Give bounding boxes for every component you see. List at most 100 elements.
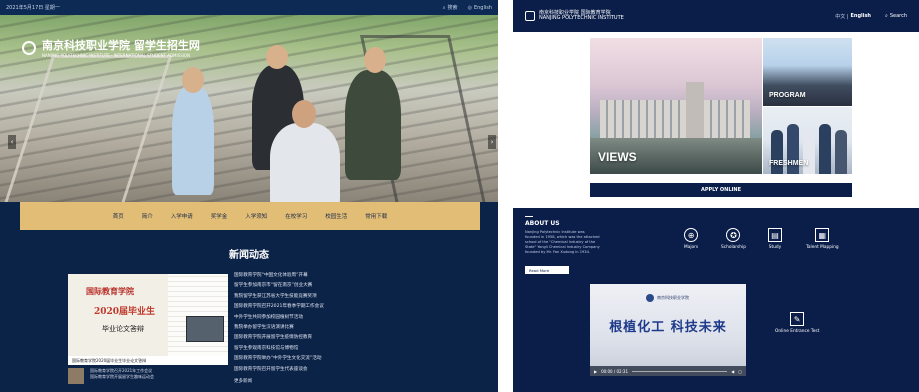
nav-campus-life[interactable]: 校园生活: [325, 212, 347, 220]
lang-english[interactable]: English: [850, 13, 871, 19]
english-site-panel: 南京科技职业学院 国际教育学院 NANJING POLYTECHNIC INST…: [513, 0, 919, 392]
news-item[interactable]: 我院举办留学生汉语演讲比赛: [234, 323, 464, 333]
language-switch[interactable]: 中文 | English: [835, 13, 871, 20]
news-item[interactable]: 中外学生共同参加校园植树节活动: [234, 313, 464, 323]
nav-intro[interactable]: 简介: [142, 212, 153, 220]
news-item[interactable]: 国际教育学院举办“中外学生文化交流”活动: [234, 354, 464, 364]
school-seal-icon: [22, 40, 36, 55]
read-more-button[interactable]: Read More: [525, 266, 569, 274]
news-extra-list: 国际教育学院召开2021年工作会议 国际教育学院开展留学生趣味运动会: [90, 368, 154, 380]
nav-home[interactable]: 首页: [113, 212, 124, 220]
nav-scholarship[interactable]: 奖学金: [211, 212, 228, 220]
lang-chinese[interactable]: 中文 |: [835, 13, 848, 20]
featured-news-image[interactable]: 国际教育学院 2020届毕业生 毕业论文答辩: [68, 274, 228, 356]
carousel-next-button[interactable]: ›: [488, 135, 496, 149]
search-button[interactable]: ⌕ Search: [885, 13, 907, 19]
section-divider: [525, 216, 533, 217]
search-label: Search: [889, 13, 907, 19]
building-graphic: [600, 100, 750, 140]
english-label: English: [473, 4, 492, 11]
book-icon: ▤: [768, 228, 782, 242]
play-icon[interactable]: ▶: [594, 369, 597, 374]
document-graphic: [168, 274, 228, 356]
feature-talent-mapping[interactable]: ▦ Talent Mapping: [806, 228, 839, 250]
feature-label: Study: [768, 245, 782, 250]
english-link[interactable]: ◎ English: [468, 5, 492, 11]
image-text-line2: 2020届毕业生: [94, 307, 156, 317]
screenshot-root: 2021年5月17日 星期一 ⌕ 搜索 ◎ English 南京科技职业学院 留…: [0, 0, 919, 392]
about-title: ABOUT US: [525, 220, 560, 227]
student-head: [292, 100, 316, 128]
tower-graphic: [686, 82, 704, 140]
student-figure: [803, 128, 815, 174]
student-figure: [172, 85, 214, 195]
video-logo-text: 南京科技职业学院: [657, 295, 689, 300]
fullscreen-icon[interactable]: ▢: [738, 369, 742, 374]
featured-news-caption[interactable]: 国际教育学院2020届毕业生毕业论文答辩: [68, 356, 228, 365]
student-figure: [771, 130, 783, 174]
news-item[interactable]: 我院留学生获江苏省大学生技能竞赛奖项: [234, 292, 464, 302]
feature-study[interactable]: ▤ Study: [768, 228, 782, 250]
news-extra-item[interactable]: 国际教育学院开展留学生趣味运动会: [90, 374, 154, 380]
school-crest-icon: [525, 11, 535, 21]
news-item[interactable]: 国际教育学院召开留学生代表座谈会: [234, 365, 464, 375]
feature-label: Scholarship: [721, 245, 746, 250]
globe-icon: ⊕: [684, 228, 699, 242]
program-tile[interactable]: PROGRAM: [763, 38, 852, 106]
chinese-site-panel: 2021年5月17日 星期一 ⌕ 搜索 ◎ English 南京科技职业学院 留…: [0, 0, 498, 392]
feature-entrance-test[interactable]: ✎ Online Entrance Test: [775, 312, 819, 334]
news-item[interactable]: 国际教育学院召开2021年春季学期工作会议: [234, 302, 464, 312]
video-call-graphic: [186, 316, 224, 342]
search-label: 搜索: [447, 5, 458, 11]
chevron-right-icon: ›: [490, 138, 494, 146]
more-news-link[interactable]: 更多新闻: [234, 378, 252, 384]
chevron-left-icon: ‹: [10, 138, 14, 146]
carousel-prev-button[interactable]: ‹: [8, 135, 16, 149]
about-text: Nanjing Polytechnic Institute was founde…: [525, 230, 600, 254]
nav-guide[interactable]: 入学须知: [245, 212, 267, 220]
apply-online-button[interactable]: APPLY ONLINE: [590, 183, 852, 197]
student-figure: [835, 130, 847, 174]
program-label: PROGRAM: [769, 92, 806, 99]
freshmen-tile[interactable]: FRESHMEN: [763, 107, 852, 174]
student-figure: [345, 70, 401, 180]
test-paper-icon: ✎: [790, 312, 805, 326]
views-tile[interactable]: VIEWS: [590, 38, 762, 174]
site-logo[interactable]: 南京科技职业学院 国际教育学院 NANJING POLYTECHNIC INST…: [525, 11, 624, 21]
news-list: 国际教育学院“中国文化体验周”开幕 留学生参加南京市“留在南京”创业大赛 我院留…: [234, 271, 464, 375]
hero-banner: 南京科技职业学院 留学生招生网 NANJING POLYTECHNIC INST…: [0, 15, 498, 202]
news-item[interactable]: 留学生参观南京科技馆与博物馆: [234, 344, 464, 354]
volume-icon[interactable]: ◀: [731, 369, 734, 374]
student-head: [364, 47, 386, 73]
nav-downloads[interactable]: 常用下载: [365, 212, 387, 220]
student-figure: [819, 124, 831, 174]
logo-subtitle: NANJING POLYTECHNIC INSTITUTE · INTERNAT…: [42, 53, 191, 58]
image-text-line1: 国际教育学院: [86, 286, 134, 296]
news-item[interactable]: 国际教育学院开展留学生疫情防控教育: [234, 333, 464, 343]
award-icon: ✪: [726, 228, 741, 242]
news-item[interactable]: 留学生参加南京市“留在南京”创业大赛: [234, 281, 464, 291]
date-text: 2021年5月17日 星期一: [6, 5, 60, 11]
search-link[interactable]: ⌕ 搜索: [442, 4, 458, 12]
top-bar: 2021年5月17日 星期一 ⌕ 搜索 ◎ English: [0, 0, 498, 15]
news-item[interactable]: 国际教育学院“中国文化体验周”开幕: [234, 271, 464, 281]
news-thumbnail[interactable]: [68, 368, 84, 384]
video-controls: ▶ 00:00 / 02:31 ◀ ▢: [590, 366, 746, 376]
image-text-line3: 毕业论文答辩: [102, 325, 144, 333]
nav-apply[interactable]: 入学申请: [171, 212, 193, 220]
promo-video[interactable]: 南京科技职业学院 根植化工 科技未来 ▶ 00:00 / 02:31 ◀ ▢: [590, 284, 746, 376]
video-time: 00:00 / 02:31: [601, 368, 629, 374]
search-icon: ⌕: [442, 4, 446, 11]
school-logo[interactable]: 南京科技职业学院 留学生招生网 NANJING POLYTECHNIC INST…: [22, 37, 200, 58]
header-bar: 南京科技职业学院 国际教育学院 NANJING POLYTECHNIC INST…: [513, 0, 919, 32]
nav-study[interactable]: 在校学习: [285, 212, 307, 220]
feature-label: Majors: [684, 245, 699, 250]
freshmen-label: FRESHMEN: [769, 160, 809, 167]
feature-scholarship[interactable]: ✪ Scholarship: [721, 228, 746, 250]
feature-label: Talent Mapping: [806, 245, 839, 250]
feature-majors[interactable]: ⊕ Majors: [684, 228, 698, 250]
video-progress-track[interactable]: [632, 370, 728, 372]
about-section: ABOUT US Nanjing Polytechnic Institute w…: [513, 208, 919, 392]
video-logo: 南京科技职业学院: [646, 294, 689, 302]
student-head: [266, 45, 288, 69]
